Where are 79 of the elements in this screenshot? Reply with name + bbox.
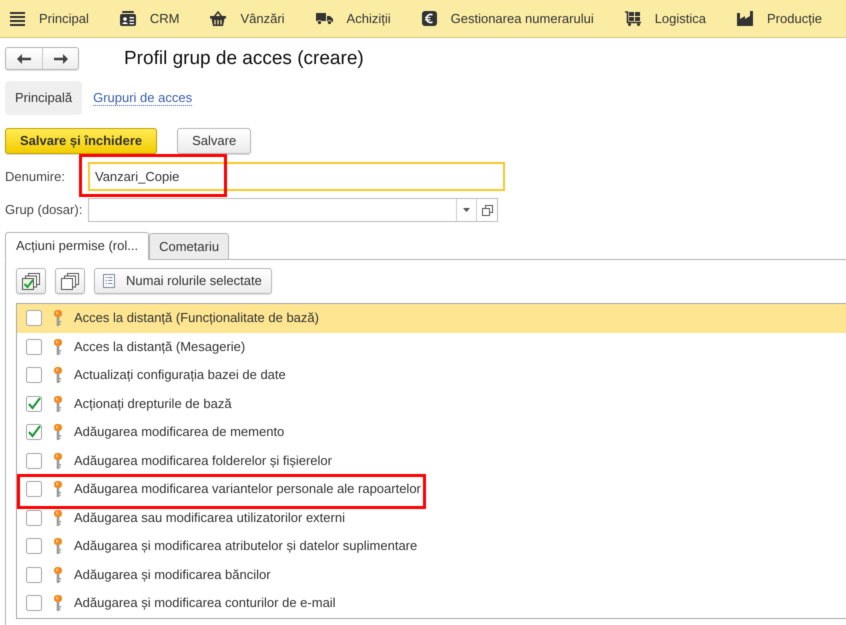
role-row[interactable]: Adăugarea modificarea folderelor și fișierelor bbox=[17, 446, 846, 475]
key-icon bbox=[53, 481, 63, 498]
key-icon bbox=[53, 396, 63, 412]
role-row[interactable]: Acces la distanță (Mesagerie) bbox=[17, 332, 846, 361]
list-icon bbox=[103, 274, 115, 288]
role-name: Actualizați configurația bazei de date bbox=[74, 367, 286, 384]
key-icon bbox=[53, 566, 63, 583]
key-icon bbox=[53, 510, 63, 526]
role-name: Adăugarea și modificarea atributelor și datelor suplimentare bbox=[74, 538, 418, 554]
role-row[interactable]: Adăugarea modificarea variantelor personale ale rapoartelor bbox=[17, 475, 846, 504]
save-and-close-button[interactable]: Salvare și închidere bbox=[5, 128, 158, 154]
id-card-icon bbox=[120, 11, 136, 26]
nav-menu-item[interactable]: Gestionarea numerarului bbox=[422, 10, 594, 26]
role-row[interactable]: Actualizați configurația bazei de date bbox=[17, 361, 846, 390]
role-name: Adăugarea sau modificarea utilizatorilor externi bbox=[74, 510, 345, 526]
page-title: Profil grup de acces (creare) bbox=[124, 47, 364, 70]
nav-menu-item[interactable]: Logistica bbox=[624, 10, 706, 26]
role-name: Adăugarea modificarea de memento bbox=[74, 424, 284, 440]
forward-arrow-icon bbox=[54, 54, 68, 64]
tab[interactable]: Acțiuni permise (rol... bbox=[5, 232, 150, 260]
checkbox[interactable] bbox=[26, 367, 42, 384]
filter-button[interactable]: Numai rolurile selectate bbox=[94, 268, 272, 294]
field-label: Denumire: bbox=[5, 168, 66, 184]
key-icon bbox=[53, 310, 63, 326]
checked-squares-icon bbox=[22, 272, 40, 290]
nav-menu-item[interactable]: Producție bbox=[737, 10, 822, 26]
checkbox[interactable] bbox=[26, 452, 42, 469]
check-all-button[interactable] bbox=[16, 268, 46, 294]
checkbox[interactable] bbox=[26, 338, 42, 355]
tab[interactable]: Cometariu bbox=[149, 233, 230, 260]
checkbox[interactable] bbox=[26, 595, 42, 612]
checkbox[interactable] bbox=[26, 538, 42, 554]
caret-icon bbox=[463, 208, 470, 212]
checkbox[interactable] bbox=[26, 566, 42, 583]
uncheck-all-button[interactable] bbox=[55, 268, 85, 294]
key-icon bbox=[53, 452, 63, 469]
name-field[interactable]: Vanzari_Copie bbox=[88, 162, 505, 191]
section-link[interactable]: Grupuri de acces bbox=[93, 90, 192, 106]
role-name: Adăugarea și modificarea băncilor bbox=[74, 566, 271, 583]
key-icon bbox=[53, 367, 63, 384]
cart-icon bbox=[624, 11, 641, 26]
role-row[interactable]: Adăugarea și modificarea băncilor bbox=[17, 560, 846, 589]
role-name: Adăugarea modificarea folderelor și fișierelor bbox=[74, 452, 332, 469]
role-row[interactable]: Acces la distanță (Funcționalitate de bază) bbox=[17, 304, 846, 332]
section-tab[interactable]: Principală bbox=[5, 81, 82, 115]
role-name: Acționați drepturile de bază bbox=[74, 396, 232, 412]
role-row[interactable]: Adăugarea și modificarea conturilor de e-mail bbox=[17, 589, 846, 618]
window-icon bbox=[482, 204, 492, 216]
save-button[interactable]: Salvare bbox=[177, 128, 252, 154]
key-icon bbox=[53, 538, 63, 554]
truck-icon bbox=[316, 12, 333, 25]
basket-icon bbox=[210, 11, 226, 26]
nav-menu-item[interactable]: CRM bbox=[120, 10, 180, 26]
checkbox[interactable] bbox=[26, 424, 42, 440]
euro-icon bbox=[422, 11, 437, 26]
key-icon bbox=[53, 595, 63, 612]
role-name: Acces la distanță (Funcționalitate de bază) bbox=[74, 310, 319, 326]
field-label: Grup (dosar): bbox=[5, 202, 83, 218]
role-name: Adăugarea modificarea variantelor personale ale rapoartelor bbox=[74, 481, 421, 498]
key-icon bbox=[53, 338, 63, 355]
checkbox[interactable] bbox=[26, 310, 42, 326]
role-name: Adăugarea și modificarea conturilor de e-mail bbox=[74, 595, 336, 612]
nav-menu-item[interactable]: Achiziții bbox=[316, 10, 391, 26]
squares-icon bbox=[61, 272, 79, 290]
checkbox[interactable] bbox=[26, 481, 42, 498]
nav-menu-item[interactable]: Principal bbox=[10, 10, 89, 26]
role-row[interactable]: Adăugarea modificarea de memento bbox=[17, 418, 846, 446]
role-name: Acces la distanță (Mesagerie) bbox=[74, 338, 246, 355]
role-row[interactable]: Adăugarea și modificarea atributelor și datelor suplimentare bbox=[17, 532, 846, 560]
role-row[interactable]: Acționați drepturile de bază bbox=[17, 390, 846, 418]
checkbox[interactable] bbox=[26, 396, 42, 412]
factory-icon bbox=[737, 11, 754, 26]
back-arrow-icon bbox=[17, 54, 31, 64]
menu-icon bbox=[10, 12, 25, 26]
key-icon bbox=[53, 424, 63, 440]
checkbox[interactable] bbox=[26, 510, 42, 526]
role-row[interactable]: Adăugarea sau modificarea utilizatorilor externi bbox=[17, 504, 846, 532]
group-select-field[interactable] bbox=[88, 198, 498, 222]
nav-menu-item[interactable]: Vânzări bbox=[210, 10, 285, 26]
